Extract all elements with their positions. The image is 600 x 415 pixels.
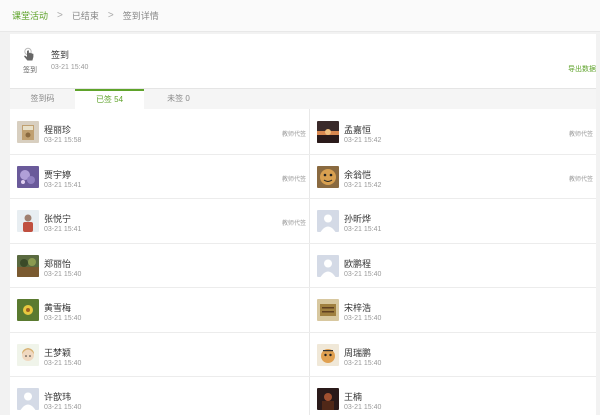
default-avatar-icon xyxy=(317,254,339,277)
student-item[interactable]: 孟嘉恒 03-21 15:42 教师代签 xyxy=(310,109,596,153)
student-item[interactable]: 周瑞鹏 03-21 15:40 xyxy=(310,332,596,376)
student-item[interactable]: 宋梓浩 03-21 15:40 xyxy=(310,287,596,331)
tab-signed[interactable]: 已签 54 xyxy=(75,89,144,109)
student-list: 程丽珍 03-21 15:58 教师代签 孟嘉恒 03-21 15:42 教师代签 贾宇婷 0… xyxy=(10,109,596,415)
checkin-time: 03-21 15:40 xyxy=(344,359,382,367)
avatar xyxy=(317,121,339,143)
avatar xyxy=(17,254,39,277)
avatar xyxy=(17,299,39,321)
student-item[interactable]: 王梦颖 03-21 15:40 xyxy=(10,332,309,376)
checkin-time: 03-21 15:40 xyxy=(344,270,382,278)
avatar xyxy=(317,388,339,410)
student-name: 余翁恺 xyxy=(344,169,372,180)
student-item[interactable]: 余翁恺 03-21 15:42 教师代签 xyxy=(310,154,596,198)
checkin-time: 03-21 15:40 xyxy=(44,404,82,411)
breadcrumb-checkin-detail: 签到详情 xyxy=(122,11,159,21)
student-name: 王楠 xyxy=(344,392,363,402)
checkin-time: 03-21 15:58 xyxy=(44,137,82,144)
breadcrumb: 课堂活动 > 已结束 > 签到详情 xyxy=(0,0,600,32)
student-name: 许歆玮 xyxy=(44,392,72,402)
checkin-time: 03-21 15:41 xyxy=(344,226,382,233)
student-name: 孟嘉恒 xyxy=(344,125,372,135)
teacher-proxy-label: 教师代签 xyxy=(568,132,593,138)
activity-time: 03-21 15:40 xyxy=(51,64,89,71)
tap-hand-icon xyxy=(24,47,34,61)
teacher-proxy-label: 教师代签 xyxy=(281,132,306,138)
checkin-time: 03-21 15:40 xyxy=(44,270,82,278)
avatar xyxy=(317,343,339,366)
checkin-time: 03-21 15:42 xyxy=(344,137,382,144)
chevron-right-icon: > xyxy=(107,10,114,21)
student-name: 周瑞鹏 xyxy=(344,347,372,358)
teacher-proxy-label: 教师代签 xyxy=(568,176,593,183)
avatar xyxy=(317,165,339,188)
teacher-proxy-label: 教师代签 xyxy=(281,176,306,183)
student-name: 程丽珍 xyxy=(44,125,72,135)
breadcrumb-ended[interactable]: 已结束 xyxy=(72,9,99,22)
avatar xyxy=(317,299,339,321)
checkin-time: 03-21 15:40 xyxy=(344,404,382,411)
checkin-time: 03-21 15:40 xyxy=(44,359,82,367)
checkin-time: 03-21 15:40 xyxy=(344,315,382,322)
activity-header xyxy=(10,34,596,88)
export-data-button[interactable]: 导出数据 xyxy=(568,64,596,74)
student-item[interactable]: 许歆玮 03-21 15:40 xyxy=(10,376,309,415)
student-item[interactable]: 贾宇婷 03-21 15:41 教师代签 xyxy=(10,154,309,198)
avatar xyxy=(17,210,39,232)
tab-unsigned[interactable]: 未签 0 xyxy=(144,89,213,109)
student-name: 欧鹏程 xyxy=(344,258,372,269)
student-name: 贾宇婷 xyxy=(44,169,72,180)
student-name: 孙昕烨 xyxy=(344,214,372,224)
teacher-proxy-label: 教师代签 xyxy=(281,221,306,227)
chevron-right-icon: > xyxy=(57,10,63,21)
student-item[interactable]: 欧鹏程 03-21 15:40 xyxy=(310,243,596,287)
checkin-time: 03-21 15:41 xyxy=(44,226,82,233)
default-avatar-icon xyxy=(317,210,339,232)
student-name: 王梦颖 xyxy=(44,347,72,358)
student-name: 黄雪梅 xyxy=(44,303,72,313)
checkin-time: 03-21 15:40 xyxy=(44,315,82,322)
student-item[interactable]: 张悦宁 03-21 15:41 教师代签 xyxy=(10,198,309,242)
checkin-time: 03-21 15:42 xyxy=(344,181,382,189)
default-avatar-icon xyxy=(17,388,39,410)
checkin-time: 03-21 15:41 xyxy=(44,181,82,189)
student-item[interactable]: 黄雪梅 03-21 15:40 xyxy=(10,287,309,331)
student-item[interactable]: 孙昕烨 03-21 15:41 xyxy=(310,198,596,242)
avatar xyxy=(17,165,39,188)
student-name: 张悦宁 xyxy=(44,214,72,224)
student-item[interactable]: 郑丽怡 03-21 15:40 xyxy=(10,243,309,287)
activity-icon-label: 签到 xyxy=(23,67,37,74)
breadcrumb-classroom-activity[interactable]: 课堂活动 xyxy=(12,9,48,22)
checkin-tabs: 签到码 已签 54 未签 0 xyxy=(10,88,596,109)
student-name: 郑丽怡 xyxy=(44,258,72,269)
student-item[interactable]: 程丽珍 03-21 15:58 教师代签 xyxy=(10,109,309,153)
avatar xyxy=(17,121,39,143)
activity-title: 签到 xyxy=(51,50,70,60)
avatar xyxy=(17,343,39,366)
tab-checkin-code[interactable]: 签到码 xyxy=(10,89,75,109)
student-item[interactable]: 王楠 03-21 15:40 xyxy=(310,376,596,415)
student-name: 宋梓浩 xyxy=(344,303,372,313)
